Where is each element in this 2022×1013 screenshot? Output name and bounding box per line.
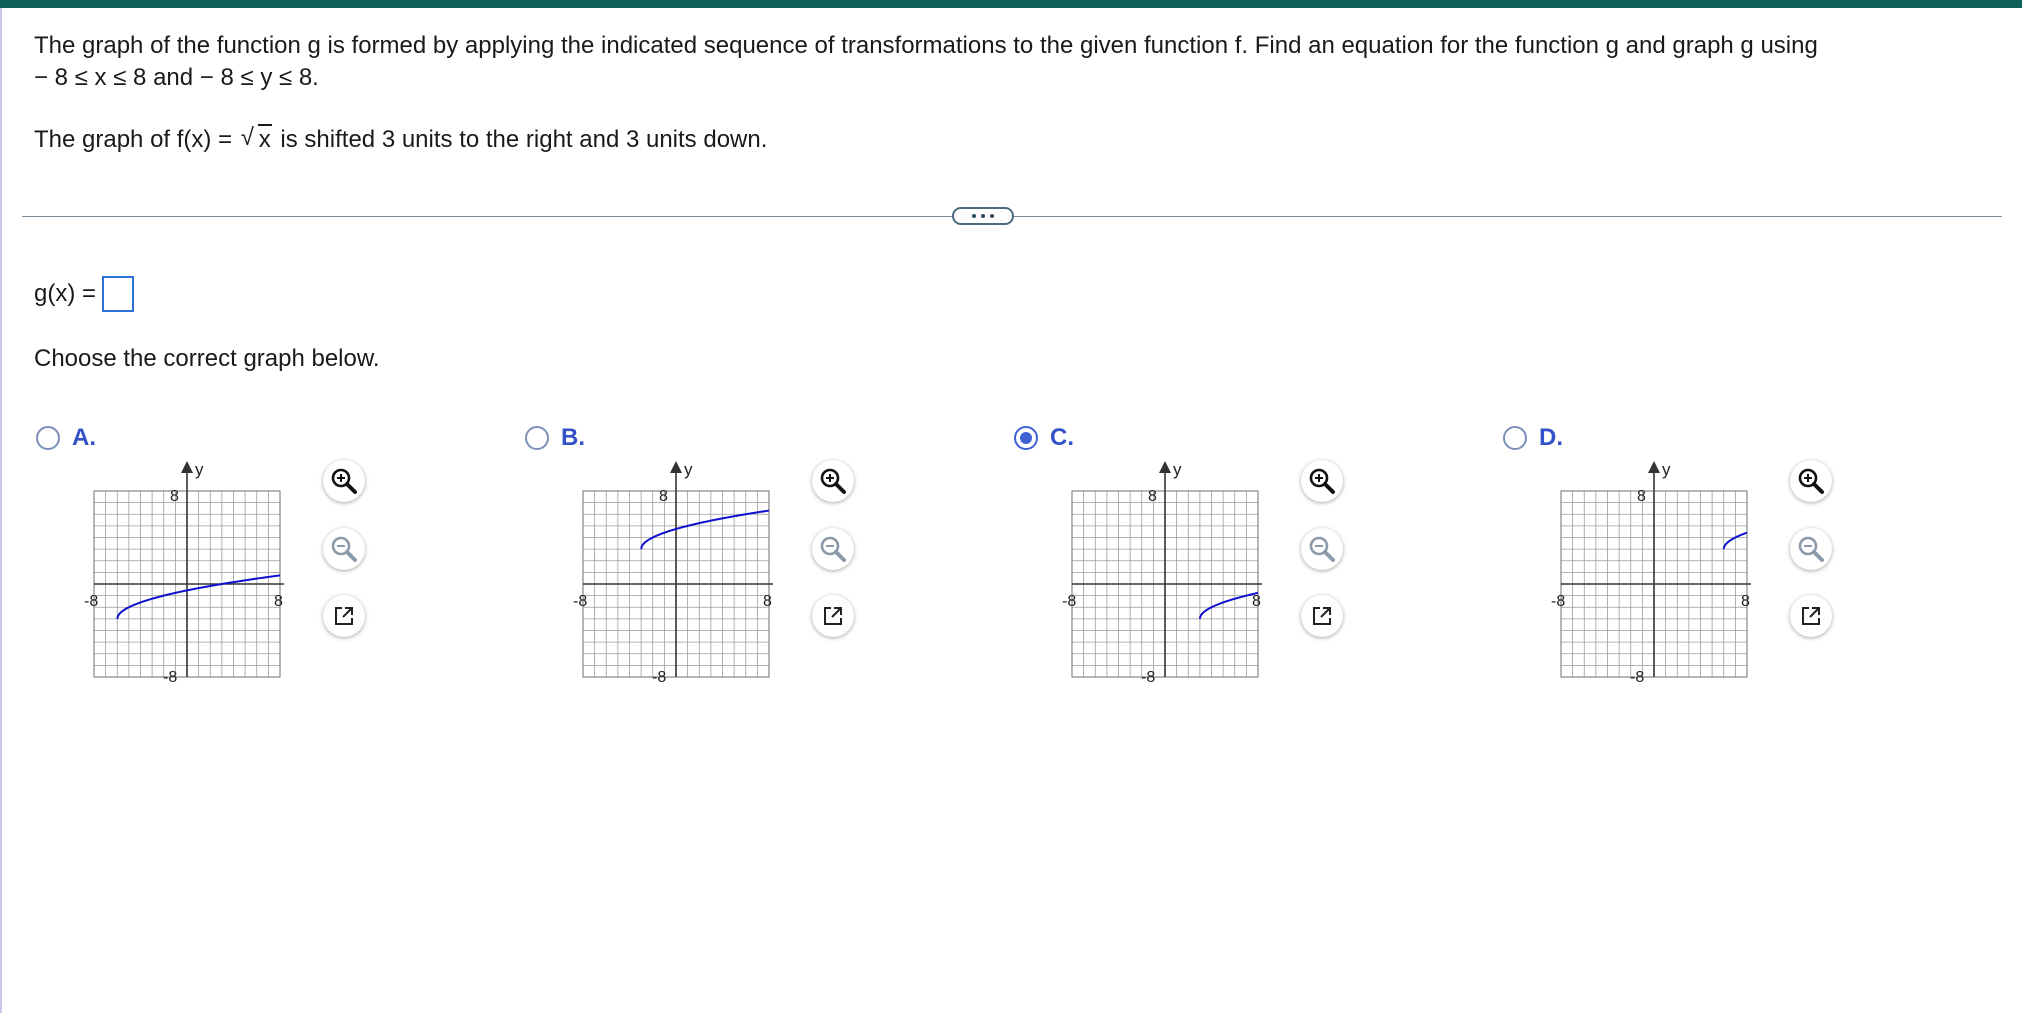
radical-sign: √ — [240, 124, 254, 151]
popout-icon — [1798, 603, 1824, 629]
option-a[interactable]: A.yx8-8-88 — [36, 424, 496, 704]
function-curve — [640, 509, 770, 550]
statement-suffix: is shifted 3 units to the right and 3 un… — [273, 126, 768, 153]
option-d[interactable]: D.yx8-8-88 — [1503, 424, 1963, 704]
zoom-out-button[interactable] — [323, 528, 365, 570]
popout-button[interactable] — [1790, 595, 1832, 637]
left-edge — [0, 8, 2, 1013]
coordinate-graph: yx8-8-88 — [1062, 460, 1262, 686]
coordinate-graph: yx8-8-88 — [573, 460, 773, 686]
option-c[interactable]: C.yx8-8-88 — [1014, 424, 1474, 704]
ellipsis-dot — [972, 214, 976, 218]
transformation-statement: The graph of f(x) = √ x is shifted 3 unit… — [34, 124, 1994, 156]
y-axis-arrow — [181, 461, 193, 473]
statement-prefix: The graph of f(x) = — [34, 126, 239, 153]
y-axis-arrow — [1648, 461, 1660, 473]
y-tick-label-min: -8 — [163, 669, 177, 686]
y-axis-label: y — [1173, 460, 1182, 479]
zoom-out-icon — [1796, 534, 1826, 564]
popout-icon — [1309, 603, 1335, 629]
x-tick-label-min: -8 — [1551, 593, 1565, 610]
function-curve — [1198, 591, 1259, 620]
question-text: The graph of the function g is formed by… — [34, 30, 1994, 156]
popout-button[interactable] — [1301, 595, 1343, 637]
popout-icon — [331, 603, 357, 629]
popout-button[interactable] — [323, 595, 365, 637]
y-axis-arrow — [670, 461, 682, 473]
zoom-out-icon — [818, 534, 848, 564]
option-letter: D. — [1539, 424, 1563, 451]
x-tick-label-max: 8 — [274, 593, 283, 610]
zoom-out-button[interactable] — [1301, 528, 1343, 570]
zoom-in-button[interactable] — [1790, 460, 1832, 502]
zoom-in-icon — [329, 466, 359, 496]
x-tick-label-max: 8 — [763, 593, 772, 610]
ellipsis-dot — [990, 214, 994, 218]
option-letter: A. — [72, 424, 96, 451]
zoom-out-icon — [329, 534, 359, 564]
x-tick-label-max: 8 — [1741, 593, 1750, 610]
y-axis-label: y — [195, 460, 204, 479]
zoom-in-button[interactable] — [812, 460, 854, 502]
sqrt-expression: √ x — [241, 124, 272, 156]
zoom-in-button[interactable] — [1301, 460, 1343, 502]
zoom-out-icon — [1307, 534, 1337, 564]
option-header[interactable]: C. — [1014, 424, 1074, 452]
answer-label: g(x) = — [34, 280, 97, 307]
option-header[interactable]: A. — [36, 424, 96, 452]
y-tick-label-max: 8 — [659, 488, 668, 505]
y-tick-label-max: 8 — [1637, 488, 1646, 505]
option-letter: B. — [561, 424, 585, 451]
ellipsis-dot — [981, 214, 985, 218]
option-header[interactable]: D. — [1503, 424, 1563, 452]
question-line-1: The graph of the function g is formed by… — [34, 32, 1818, 59]
x-tick-label-max: 8 — [1252, 593, 1261, 610]
choose-prompt: Choose the correct graph below. — [34, 345, 380, 372]
option-radio[interactable] — [36, 426, 60, 450]
y-tick-label-max: 8 — [170, 488, 179, 505]
option-b[interactable]: B.yx8-8-88 — [525, 424, 985, 704]
zoom-out-button[interactable] — [1790, 528, 1832, 570]
option-radio[interactable] — [525, 426, 549, 450]
y-tick-label-min: -8 — [1141, 669, 1155, 686]
y-tick-label-min: -8 — [652, 669, 666, 686]
x-tick-label-min: -8 — [84, 593, 98, 610]
zoom-in-icon — [1796, 466, 1826, 496]
y-axis-label: y — [1662, 460, 1671, 479]
option-radio[interactable] — [1503, 426, 1527, 450]
question-line-2: − 8 ≤ x ≤ 8 and − 8 ≤ y ≤ 8. — [34, 64, 319, 91]
sqrt-radicand: x — [257, 124, 272, 153]
zoom-out-button[interactable] — [812, 528, 854, 570]
coordinate-graph: yx8-8-88 — [84, 460, 284, 686]
y-axis-arrow — [1159, 461, 1171, 473]
answer-row: g(x) = — [34, 276, 135, 312]
option-header[interactable]: B. — [525, 424, 585, 452]
zoom-in-icon — [818, 466, 848, 496]
coordinate-graph: yx8-8-88 — [1551, 460, 1751, 686]
x-tick-label-min: -8 — [1062, 593, 1076, 610]
top-bar — [0, 0, 2022, 8]
popout-button[interactable] — [812, 595, 854, 637]
zoom-in-button[interactable] — [323, 460, 365, 502]
x-tick-label-min: -8 — [573, 593, 587, 610]
expand-more-button[interactable] — [952, 207, 1014, 225]
y-axis-label: y — [684, 460, 693, 479]
option-letter: C. — [1050, 424, 1074, 451]
popout-icon — [820, 603, 846, 629]
y-tick-label-min: -8 — [1630, 669, 1644, 686]
option-radio[interactable] — [1014, 426, 1038, 450]
y-tick-label-max: 8 — [1148, 488, 1157, 505]
answer-input-box[interactable] — [102, 276, 135, 312]
zoom-in-icon — [1307, 466, 1337, 496]
